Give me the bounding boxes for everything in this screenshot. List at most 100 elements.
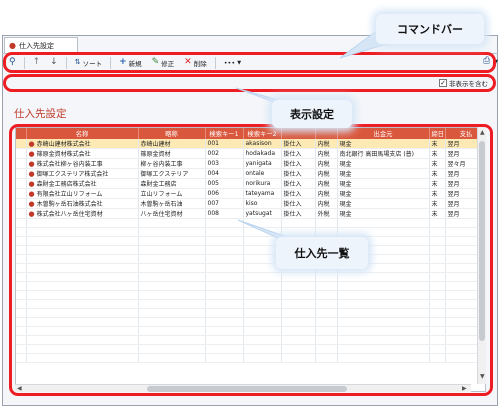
- table-cell[interactable]: [243, 317, 282, 327]
- table-cell[interactable]: [281, 353, 316, 363]
- new-button[interactable]: + 新規: [114, 56, 147, 70]
- delete-button[interactable]: ✕ 削除: [179, 56, 212, 70]
- table-cell[interactable]: 005: [205, 178, 244, 189]
- table-cell[interactable]: 内税: [315, 139, 338, 149]
- column-header[interactable]: 検索キー2: [243, 128, 282, 139]
- table-cell[interactable]: [138, 263, 206, 273]
- table-cell[interactable]: [429, 254, 446, 264]
- table-cell[interactable]: [281, 272, 316, 282]
- table-cell[interactable]: [205, 353, 244, 363]
- column-header[interactable]: 締日: [429, 128, 446, 139]
- table-cell[interactable]: 八ヶ岳住宅資材: [138, 208, 206, 219]
- table-cell[interactable]: [26, 308, 139, 318]
- table-cell[interactable]: 森財金工務店: [138, 178, 206, 189]
- table-row[interactable]: ● 木曽駒ヶ岳石油株式会社 木曽駒ヶ岳石油 007 kiso 掛仕入 内税 現金末翌月: [16, 198, 485, 209]
- table-cell[interactable]: [281, 335, 316, 345]
- table-row[interactable]: ● 株式会社八ヶ岳住宅資材 八ヶ岳住宅資材 008 yatsugat 掛仕入 外税 現金末翌月: [16, 208, 485, 219]
- column-header[interactable]: 略称: [138, 128, 206, 139]
- table-cell[interactable]: [138, 227, 206, 237]
- table-row[interactable]: [16, 218, 485, 228]
- table-cell[interactable]: [429, 353, 446, 363]
- table-cell[interactable]: [337, 299, 430, 309]
- table-cell[interactable]: 内税: [315, 178, 338, 189]
- table-cell[interactable]: kiso: [243, 198, 282, 209]
- table-cell[interactable]: [26, 245, 139, 255]
- table-cell[interactable]: [281, 326, 316, 336]
- table-cell[interactable]: [429, 218, 446, 228]
- table-cell[interactable]: [243, 308, 282, 318]
- column-header[interactable]: 検索キー1: [205, 128, 244, 139]
- table-cell[interactable]: 現金: [337, 158, 430, 169]
- table-cell[interactable]: [26, 317, 139, 327]
- table-cell[interactable]: [429, 263, 446, 273]
- table-row[interactable]: [16, 344, 485, 354]
- table-cell[interactable]: 004: [205, 168, 244, 179]
- table-row[interactable]: ● 有限会社立山リフォーム 立山リフォーム 006 tateyama 掛仕入 内税 現金末翌月: [16, 188, 485, 199]
- table-cell[interactable]: [243, 281, 282, 291]
- print-menu-button[interactable]: ▼: [494, 56, 498, 66]
- search-button[interactable]: ⚲: [4, 56, 21, 70]
- move-down-button[interactable]: ↓: [45, 56, 63, 70]
- table-cell[interactable]: hodakada: [243, 148, 282, 159]
- table-cell[interactable]: norikura: [243, 178, 282, 189]
- table-cell[interactable]: 現金: [337, 139, 430, 149]
- move-up-button[interactable]: ↑: [28, 56, 46, 70]
- table-cell[interactable]: 内税: [315, 168, 338, 179]
- table-cell[interactable]: 赤崎山建材: [138, 139, 206, 149]
- print-button[interactable]: ⎙: [483, 56, 490, 66]
- table-cell[interactable]: 末: [429, 178, 446, 189]
- table-cell[interactable]: 立山リフォーム: [138, 188, 206, 199]
- table-cell[interactable]: [315, 308, 338, 318]
- table-row[interactable]: ● 御塚エクステリア株式会社 御塚エクステリア 004 ontale 掛仕入 内税 現金末翌月: [16, 168, 485, 179]
- table-cell[interactable]: [281, 317, 316, 327]
- table-cell[interactable]: [281, 344, 316, 354]
- table-cell[interactable]: [138, 254, 206, 264]
- table-cell[interactable]: [429, 308, 446, 318]
- table-row[interactable]: [16, 326, 485, 336]
- table-cell[interactable]: [26, 281, 139, 291]
- table-cell[interactable]: ● 赤崎山建材株式会社: [26, 139, 139, 149]
- table-cell[interactable]: [337, 353, 430, 363]
- table-cell[interactable]: [429, 317, 446, 327]
- table-cell[interactable]: [315, 227, 338, 237]
- table-cell[interactable]: [205, 308, 244, 318]
- vertical-scrollbar[interactable]: ▲ ▼: [477, 127, 486, 384]
- table-row[interactable]: [16, 308, 485, 318]
- table-cell[interactable]: 末: [429, 208, 446, 219]
- table-cell[interactable]: 末: [429, 158, 446, 169]
- table-cell[interactable]: tateyama: [243, 188, 282, 199]
- table-cell[interactable]: [205, 254, 244, 264]
- table-cell[interactable]: [429, 272, 446, 282]
- table-cell[interactable]: 掛仕入: [281, 148, 316, 159]
- table-cell[interactable]: [315, 290, 338, 300]
- table-cell[interactable]: ● 株式会社八ヶ岳住宅資材: [26, 208, 139, 219]
- tab-supplier-settings[interactable]: ● 仕入先設定: [4, 37, 78, 53]
- table-cell[interactable]: [26, 335, 139, 345]
- edit-button[interactable]: ✎ 修正: [147, 56, 180, 70]
- table-cell[interactable]: 木曽駒ヶ岳石油: [138, 198, 206, 209]
- table-cell[interactable]: yanigata: [243, 158, 282, 169]
- more-button[interactable]: ••• ▼: [219, 56, 246, 70]
- table-cell[interactable]: [429, 236, 446, 246]
- table-cell[interactable]: 掛仕入: [281, 139, 316, 149]
- table-cell[interactable]: 003: [205, 158, 244, 169]
- column-header[interactable]: 名称: [26, 128, 139, 139]
- table-row[interactable]: [16, 272, 485, 282]
- table-cell[interactable]: [26, 236, 139, 246]
- table-cell[interactable]: [281, 308, 316, 318]
- table-cell[interactable]: [429, 344, 446, 354]
- table-cell[interactable]: ● 有限会社立山リフォーム: [26, 188, 139, 199]
- table-cell[interactable]: [138, 299, 206, 309]
- table-cell[interactable]: [243, 344, 282, 354]
- vertical-scroll-thumb[interactable]: [479, 141, 485, 341]
- table-row[interactable]: [16, 236, 485, 246]
- table-cell[interactable]: [281, 299, 316, 309]
- table-cell[interactable]: [429, 326, 446, 336]
- scroll-left-icon[interactable]: ◀: [17, 385, 22, 392]
- table-row[interactable]: [16, 245, 485, 255]
- table-cell[interactable]: 御塚エクステリア: [138, 168, 206, 179]
- table-cell[interactable]: [337, 272, 430, 282]
- table-cell[interactable]: [281, 281, 316, 291]
- table-cell[interactable]: 末: [429, 139, 446, 149]
- table-cell[interactable]: [138, 344, 206, 354]
